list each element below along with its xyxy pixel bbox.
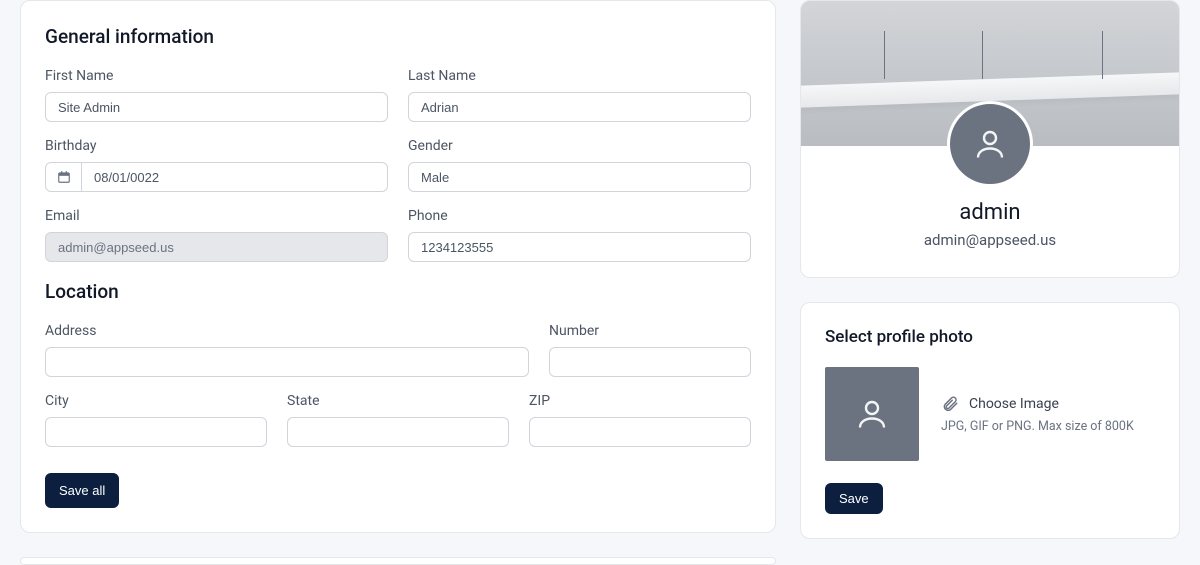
number-input[interactable] [549, 347, 751, 377]
profile-cover-image [801, 1, 1179, 146]
zip-label: ZIP [529, 393, 751, 409]
save-button[interactable]: Save [825, 483, 883, 514]
location-title: Location [45, 280, 751, 303]
profile-summary-card: admin admin@appseed.us [800, 0, 1180, 278]
address-input[interactable] [45, 347, 529, 377]
person-icon [854, 396, 890, 432]
number-label: Number [549, 323, 751, 339]
profile-photo-title: Select profile photo [825, 327, 1155, 347]
photo-hint: JPG, GIF or PNG. Max size of 800K [941, 419, 1155, 434]
calendar-icon[interactable] [46, 163, 82, 191]
first-name-input[interactable] [45, 92, 388, 122]
profile-photo-card: Select profile photo Choose Image JPG, G… [800, 302, 1180, 539]
zip-input[interactable] [529, 417, 751, 447]
city-input[interactable] [45, 417, 267, 447]
last-name-input[interactable] [408, 92, 751, 122]
choose-image-button[interactable]: Choose Image [941, 395, 1155, 413]
state-label: State [287, 393, 509, 409]
phone-label: Phone [408, 208, 751, 224]
profile-name: admin [821, 200, 1159, 225]
save-all-button[interactable]: Save all [45, 473, 119, 508]
gender-select[interactable] [408, 162, 751, 192]
email-label: Email [45, 208, 388, 224]
email-input [45, 232, 388, 262]
first-name-label: First Name [45, 68, 388, 84]
profile-email: admin@appseed.us [821, 231, 1159, 249]
gender-label: Gender [408, 138, 751, 154]
city-label: City [45, 393, 267, 409]
general-information-card: General information First Name Last Name… [20, 0, 776, 533]
person-icon [972, 126, 1008, 162]
birthday-label: Birthday [45, 138, 388, 154]
avatar [947, 101, 1033, 187]
general-information-title: General information [45, 25, 751, 48]
last-name-label: Last Name [408, 68, 751, 84]
photo-thumbnail [825, 367, 919, 461]
phone-input[interactable] [408, 232, 751, 262]
address-label: Address [45, 323, 529, 339]
next-card-placeholder [20, 557, 776, 565]
birthday-input-group[interactable] [45, 162, 388, 192]
paperclip-icon [941, 395, 959, 413]
birthday-input[interactable] [82, 163, 387, 191]
choose-image-label: Choose Image [969, 396, 1059, 412]
state-input[interactable] [287, 417, 509, 447]
